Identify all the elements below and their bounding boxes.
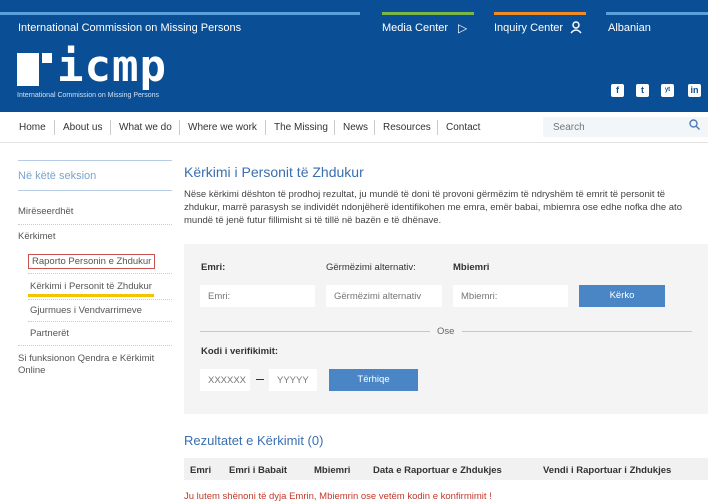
search-box xyxy=(543,117,708,137)
nav-what-we-do[interactable]: What we do xyxy=(119,122,172,133)
language-link[interactable]: Albanian xyxy=(608,22,651,34)
or-text: Ose xyxy=(437,326,455,337)
site-header: International Commission on Missing Pers… xyxy=(0,0,708,112)
retrieve-button[interactable]: Tërhiqe xyxy=(329,369,418,391)
alt-spelling-input[interactable] xyxy=(326,285,442,307)
sidebar-item-missing-search[interactable]: Kërkimi i Personit të Zhdukur xyxy=(30,281,152,292)
inquiry-center-link[interactable]: Inquiry Center xyxy=(494,22,563,34)
sidebar-item-report-missing[interactable]: Raporto Personin e Zhdukur xyxy=(28,254,156,269)
col-father-name: Emri i Babait xyxy=(229,465,288,476)
code-part2-input[interactable] xyxy=(269,369,317,391)
nav-about[interactable]: About us xyxy=(63,122,102,133)
twitter-icon[interactable]: t xyxy=(636,84,649,97)
media-center-link[interactable]: Media Center xyxy=(382,22,448,34)
nav-resources[interactable]: Resources xyxy=(383,122,431,133)
sidebar-item-searches[interactable]: Kërkimet xyxy=(18,231,55,242)
first-name-input[interactable] xyxy=(200,285,315,307)
facebook-icon[interactable]: f xyxy=(611,84,624,97)
nav-separator xyxy=(334,120,335,135)
nav-separator xyxy=(437,120,438,135)
verification-code-label: Kodi i verifikimit: xyxy=(201,346,279,357)
or-divider xyxy=(462,331,692,332)
nav-home[interactable]: Home xyxy=(19,122,46,133)
sidebar-divider xyxy=(18,160,172,161)
sidebar-divider xyxy=(18,190,172,191)
sidebar-divider xyxy=(28,321,172,322)
logo-text[interactable]: icmp xyxy=(57,45,167,89)
col-report-date: Data e Raportuar e Zhdukjes xyxy=(373,465,502,476)
error-message: Ju lutem shënoni të dyja Emrin, Mbiemrin… xyxy=(184,491,492,501)
sidebar-divider xyxy=(18,224,172,225)
nav-separator xyxy=(374,120,375,135)
logo-subtitle: International Commission on Missing Pers… xyxy=(17,92,160,99)
nav-contact[interactable]: Contact xyxy=(446,122,480,133)
search-icon[interactable] xyxy=(689,119,700,133)
col-first-name: Emri xyxy=(190,465,212,476)
search-input[interactable] xyxy=(553,120,673,134)
sidebar-item-partners[interactable]: Partnerët xyxy=(30,328,69,339)
logo-mark[interactable] xyxy=(17,53,52,86)
sidebar-item-welcome[interactable]: Mirëseerdhët xyxy=(18,206,73,217)
accent-line xyxy=(606,12,708,15)
user-icon xyxy=(570,21,582,37)
nav-separator xyxy=(110,120,111,135)
nav-where-we-work[interactable]: Where we work xyxy=(188,122,257,133)
code-part1-input[interactable] xyxy=(200,369,250,391)
col-last-name: Mbiemri xyxy=(314,465,351,476)
sidebar-divider xyxy=(28,299,172,300)
accent-line xyxy=(494,12,586,15)
last-name-label: Mbiemri xyxy=(453,262,490,273)
youtube-icon[interactable]: yt xyxy=(661,84,674,97)
sidebar-item-grave-tracker[interactable]: Gjurmues i Vendvarrimeve xyxy=(30,305,142,316)
search-button[interactable]: Kërko xyxy=(579,285,665,307)
sidebar-divider xyxy=(18,345,172,346)
sidebar-item-how-it-works[interactable]: Si funksionon Qendra e Kërkimit Online xyxy=(18,353,178,377)
nav-the-missing[interactable]: The Missing xyxy=(274,122,328,133)
accent-line xyxy=(382,12,474,15)
page-description: Nëse kërkimi dështon të prodhoj rezultat… xyxy=(184,189,682,226)
col-report-place: Vendi i Raportuar i Zhdukjes xyxy=(543,465,672,476)
active-indicator xyxy=(28,294,154,297)
nav-news[interactable]: News xyxy=(343,122,368,133)
page-title: Kërkimi i Personit të Zhdukur xyxy=(184,164,364,180)
nav-separator xyxy=(54,120,55,135)
accent-line xyxy=(0,12,360,15)
last-name-input[interactable] xyxy=(453,285,568,307)
results-title: Rezultatet e Kërkimit (0) xyxy=(184,433,324,448)
linkedin-icon[interactable]: in xyxy=(688,84,701,97)
nav-separator xyxy=(265,120,266,135)
nav-separator xyxy=(179,120,180,135)
sidebar-divider xyxy=(28,273,172,274)
code-dash xyxy=(256,379,264,380)
sidebar-heading: Në këtë seksion xyxy=(18,170,97,182)
play-icon: ▷ xyxy=(458,21,468,35)
org-name-link[interactable]: International Commission on Missing Pers… xyxy=(18,22,241,34)
alt-spelling-label: Gërmëzimi alternativ: xyxy=(326,262,416,273)
or-divider xyxy=(200,331,430,332)
first-name-label: Emri: xyxy=(201,262,226,273)
